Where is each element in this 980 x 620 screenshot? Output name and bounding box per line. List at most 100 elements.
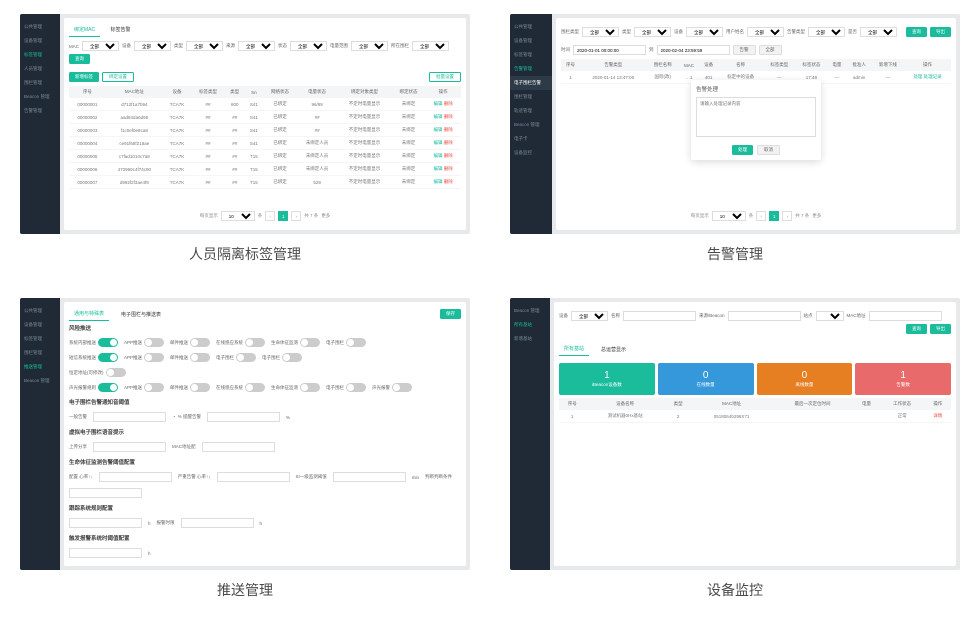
nav-item[interactable]: 围栏管理	[20, 346, 60, 360]
delete-link[interactable]: 删除	[444, 179, 453, 184]
history-link[interactable]: 处理记录	[924, 74, 942, 79]
delete-link[interactable]: 删除	[444, 166, 453, 171]
modal-cancel[interactable]: 取消	[757, 145, 780, 155]
sel-level[interactable]: 全部	[351, 41, 388, 51]
nav-item[interactable]: 围栏管理	[510, 90, 552, 104]
edit-link[interactable]: 编辑	[434, 179, 443, 184]
edit-link[interactable]: 编辑	[434, 153, 443, 158]
pager-prev[interactable]: ‹	[756, 211, 766, 221]
batch-button[interactable]: 批量设置	[429, 72, 461, 82]
sel-yes[interactable]: 全部	[860, 27, 897, 37]
nav-item-current[interactable]: 电子围栏告警	[510, 76, 552, 90]
sel-src[interactable]: 全部	[238, 41, 275, 51]
inp-va[interactable]	[99, 472, 172, 482]
toggle-switch[interactable]	[282, 353, 302, 362]
nav-item[interactable]: 公共管理	[510, 20, 552, 34]
nav-item[interactable]: 人员管理	[20, 62, 60, 76]
nav-item[interactable]: Beacon 管理	[20, 374, 60, 388]
delete-link[interactable]: 删除	[444, 140, 453, 145]
sel-alarm[interactable]: 全部	[808, 27, 845, 37]
subtab-alarm[interactable]: 告警	[733, 45, 756, 55]
delete-link[interactable]: 删除	[444, 153, 453, 158]
inp-vc[interactable]	[333, 472, 406, 482]
inp-t2[interactable]	[181, 518, 254, 528]
sel-station[interactable]	[816, 311, 844, 321]
detail-link[interactable]: 详情	[933, 413, 942, 418]
nav-item[interactable]: Beacon 管理	[510, 304, 550, 318]
nav-item[interactable]: 公共管理	[20, 20, 60, 34]
btn-export[interactable]: 导出	[930, 27, 951, 37]
sel-fence[interactable]: 全部	[412, 41, 449, 51]
inp-tr[interactable]	[69, 548, 142, 558]
inp-thr-a[interactable]	[93, 412, 166, 422]
nav-item[interactable]: 标签管理	[20, 332, 60, 346]
nav-item[interactable]: Beacon 管理	[510, 118, 552, 132]
nav-item[interactable]: 告警管理	[510, 62, 552, 76]
sel-dev[interactable]: 全部	[686, 27, 723, 37]
sel-state[interactable]: 全部	[290, 41, 327, 51]
nav-item[interactable]: 公共管理	[20, 304, 60, 318]
toggle-switch[interactable]	[346, 338, 366, 347]
inp-t1[interactable]	[69, 518, 142, 528]
inp-beacon[interactable]	[728, 311, 801, 321]
inp-thr-b[interactable]	[207, 412, 280, 422]
tab-bind-mac[interactable]: 绑定MAC	[69, 23, 100, 37]
toggle-switch[interactable]	[106, 368, 126, 377]
toggle-switch[interactable]	[236, 353, 256, 362]
edit-link[interactable]: 编辑	[434, 166, 443, 171]
inp-v2[interactable]	[202, 442, 275, 452]
subtab-run[interactable]: 总运营显示	[596, 343, 631, 356]
sel-dev[interactable]: 全部	[571, 311, 608, 321]
nav-item[interactable]: 设备管理	[20, 318, 60, 332]
tab-tag-alarm[interactable]: 标签告警	[106, 23, 136, 36]
nav-item[interactable]: 标签管理	[510, 48, 552, 62]
btn-q[interactable]: 查询	[906, 27, 927, 37]
bind-button[interactable]: 绑定设置	[102, 72, 134, 82]
nav-item[interactable]: 推送管理	[20, 360, 60, 374]
date-to[interactable]	[657, 45, 730, 55]
tab-fence[interactable]: 电子围栏与推送表	[116, 308, 166, 321]
pager-1[interactable]: 1	[278, 211, 288, 221]
inp-name[interactable]	[623, 311, 696, 321]
pager-size[interactable]: 10	[712, 211, 746, 221]
save-button[interactable]: 保存	[440, 309, 461, 319]
toggle-switch[interactable]	[98, 338, 118, 347]
toggle-switch[interactable]	[392, 383, 412, 392]
delete-link[interactable]: 删除	[444, 114, 453, 119]
toggle-switch[interactable]	[98, 353, 118, 362]
toggle-switch[interactable]	[190, 338, 210, 347]
toggle-switch[interactable]	[190, 383, 210, 392]
sel-type[interactable]: 全部	[186, 41, 223, 51]
toggle-switch[interactable]	[300, 338, 320, 347]
sel-dev[interactable]: 全部	[134, 41, 171, 51]
sel-name[interactable]: 全部	[747, 27, 784, 37]
edit-link[interactable]: 编辑	[434, 114, 443, 119]
stat-card[interactable]: 0离线数量	[757, 363, 853, 395]
edit-link[interactable]: 编辑	[434, 101, 443, 106]
search-button[interactable]: 查询	[69, 54, 90, 64]
pager-1[interactable]: 1	[769, 211, 779, 221]
sel-type[interactable]: 全部	[634, 27, 671, 37]
edit-link[interactable]: 编辑	[434, 127, 443, 132]
sel-ftype[interactable]: 全部	[582, 27, 619, 37]
modal-ok[interactable]: 处理	[732, 145, 753, 155]
nav-item[interactable]: 告警管理	[20, 104, 60, 118]
subtab-all[interactable]: 所有基站	[559, 342, 589, 356]
nav-item[interactable]: Beacon 管理	[20, 90, 60, 104]
toggle-switch[interactable]	[98, 383, 118, 392]
tab-general[interactable]: 通用与特殊表	[69, 307, 109, 321]
delete-link[interactable]: 删除	[444, 127, 453, 132]
nav-item[interactable]: 设备监控	[510, 146, 552, 160]
toggle-switch[interactable]	[346, 383, 366, 392]
inp-vb[interactable]	[217, 472, 290, 482]
date-from[interactable]	[573, 45, 646, 55]
stat-card[interactable]: 1iBeacon设备数	[559, 363, 655, 395]
modal-textarea[interactable]	[696, 97, 816, 137]
nav-item[interactable]: 电子卡	[510, 132, 552, 146]
toggle-switch[interactable]	[300, 383, 320, 392]
pager-next[interactable]: ›	[782, 211, 792, 221]
nav-item[interactable]: 标签管理	[20, 48, 60, 62]
subtab-all[interactable]: 全部	[759, 45, 782, 55]
pager-prev[interactable]: ‹	[265, 211, 275, 221]
toggle-switch[interactable]	[245, 338, 265, 347]
